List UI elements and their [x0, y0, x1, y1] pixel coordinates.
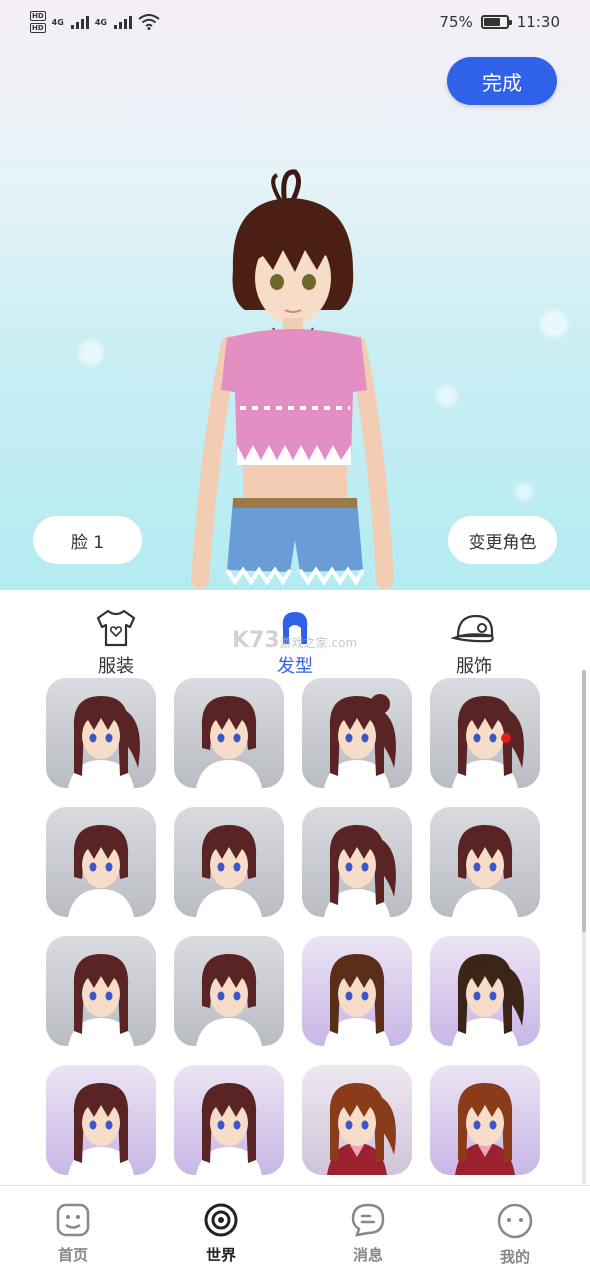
hd-badge: HD — [30, 11, 46, 21]
nav-label: 世界 — [205, 1246, 236, 1264]
tab-accessories[interactable]: 服饰 — [424, 608, 524, 678]
profile-face-icon — [497, 1203, 533, 1239]
scrollbar-thumb[interactable] — [582, 670, 586, 932]
hair-preview — [174, 807, 284, 917]
tab-label: 服装 — [98, 656, 134, 677]
scrollbar[interactable] — [582, 670, 586, 1184]
hair-preview — [46, 807, 156, 917]
done-button[interactable]: 完成 — [447, 57, 557, 105]
hair-preview — [430, 936, 540, 1046]
bokeh-light — [540, 310, 568, 338]
cap-icon — [450, 614, 494, 643]
hair-preview — [46, 1065, 156, 1175]
hair-option-tile[interactable] — [174, 807, 284, 917]
hair-preview — [430, 678, 540, 788]
hair-preview — [430, 807, 540, 917]
battery-icon — [480, 15, 512, 29]
hair-preview — [174, 936, 284, 1046]
tab-label: 发型 — [277, 656, 313, 677]
status-left: HD HD 4G 4G — [30, 11, 160, 33]
hair-preview — [46, 936, 156, 1046]
hair-option-tile[interactable] — [430, 936, 540, 1046]
hair-option-tile[interactable] — [430, 1065, 540, 1175]
signal-icon — [113, 15, 132, 29]
nav-home[interactable]: 首页 — [28, 1202, 118, 1265]
watermark-brand: K73 — [232, 628, 280, 653]
nav-world[interactable]: 世界 — [176, 1202, 266, 1265]
bottom-nav: 首页 世界 消息 我的 — [0, 1185, 590, 1278]
hd-badge: HD — [30, 23, 46, 33]
hair-preview — [174, 1065, 284, 1175]
tab-clothing[interactable]: 服装 — [66, 608, 166, 678]
hairstyle-grid — [46, 678, 542, 1175]
bokeh-light — [436, 385, 458, 407]
avatar-character[interactable] — [185, 160, 405, 590]
hair-option-tile[interactable] — [174, 678, 284, 788]
nav-label: 首页 — [57, 1246, 88, 1264]
hair-preview — [174, 678, 284, 788]
hair-option-tile[interactable] — [46, 936, 156, 1046]
watermark: K73游戏之家.com — [232, 628, 357, 653]
hair-preview — [302, 678, 412, 788]
hair-option-tile[interactable] — [302, 1065, 412, 1175]
hair-option-tile[interactable] — [430, 807, 540, 917]
tshirt-icon — [96, 609, 136, 647]
hair-option-tile[interactable] — [430, 678, 540, 788]
wifi-icon — [138, 14, 160, 30]
tab-label: 服饰 — [456, 656, 492, 677]
watermark-text: 游戏之家 — [279, 636, 328, 650]
message-icon — [351, 1203, 385, 1237]
avatar-preview-scene: HD HD 4G 4G 75% 11:30 完成 脸 1 变更角色 — [0, 0, 590, 590]
change-role-button[interactable]: 变更角色 — [448, 516, 557, 564]
watermark-domain: .com — [327, 636, 358, 650]
nav-messages[interactable]: 消息 — [323, 1202, 413, 1265]
face-select-button[interactable]: 脸 1 — [33, 516, 142, 564]
hair-preview — [430, 1065, 540, 1175]
hair-preview — [46, 678, 156, 788]
status-right: 75% 11:30 — [439, 13, 560, 31]
hair-preview — [302, 807, 412, 917]
bokeh-light — [78, 340, 104, 366]
home-face-icon — [56, 1203, 90, 1237]
hair-option-tile[interactable] — [302, 936, 412, 1046]
hair-option-tile[interactable] — [302, 678, 412, 788]
clock: 11:30 — [516, 13, 560, 31]
battery-fill — [483, 18, 501, 26]
nav-label: 我的 — [499, 1248, 530, 1266]
signal-icon — [70, 15, 89, 29]
status-bar: HD HD 4G 4G 75% 11:30 — [0, 0, 590, 44]
network-type: 4G — [94, 17, 107, 27]
hair-option-tile[interactable] — [46, 1065, 156, 1175]
bokeh-light — [515, 483, 533, 501]
world-target-icon — [204, 1203, 238, 1237]
nav-profile[interactable]: 我的 — [470, 1202, 560, 1267]
hair-option-tile[interactable] — [302, 807, 412, 917]
hair-option-tile[interactable] — [46, 678, 156, 788]
hd-indicator: HD HD — [30, 11, 46, 33]
nav-label: 消息 — [352, 1246, 383, 1264]
hair-option-tile[interactable] — [174, 1065, 284, 1175]
hair-option-tile[interactable] — [46, 807, 156, 917]
hair-option-tile[interactable] — [174, 936, 284, 1046]
network-type: 4G — [51, 17, 64, 27]
battery-percent: 75% — [439, 13, 473, 31]
hair-preview — [302, 936, 412, 1046]
hair-preview — [302, 1065, 412, 1175]
